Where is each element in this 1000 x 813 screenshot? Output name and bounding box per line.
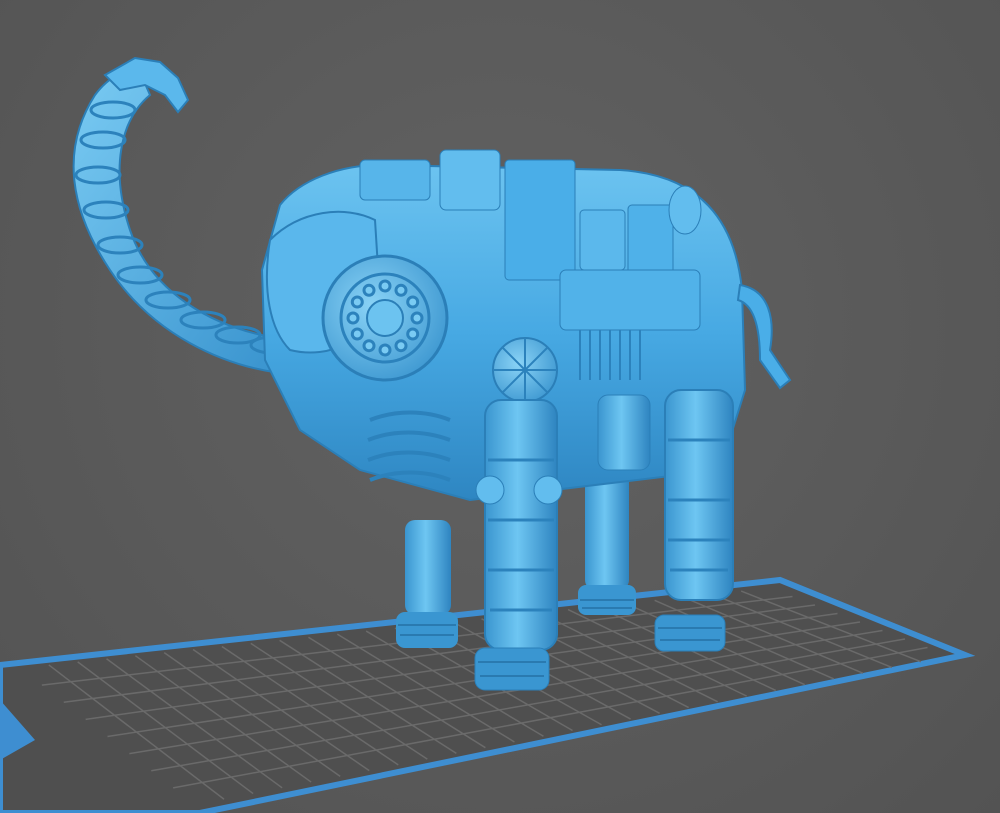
- gear-bolt: [362, 339, 376, 353]
- back-left-leg: [396, 520, 458, 648]
- gear-wheel: [321, 254, 449, 382]
- scene-canvas[interactable]: [0, 0, 1000, 813]
- gear-bolt: [378, 279, 392, 293]
- gear-bolt: [362, 283, 376, 297]
- gear-bolt: [378, 343, 392, 357]
- 3d-viewport[interactable]: [0, 0, 1000, 813]
- gear-bolt: [350, 295, 364, 309]
- gear-bolt: [394, 283, 408, 297]
- build-plate: [0, 576, 976, 813]
- gear-bolt: [346, 311, 360, 325]
- gear-bolt: [410, 311, 424, 325]
- gear-bolt: [394, 339, 408, 353]
- back-right-leg: [578, 470, 636, 615]
- mechanical-elephant-model[interactable]: [72, 56, 792, 691]
- gear-bolt: [406, 327, 420, 341]
- gear-bolt: [350, 327, 364, 341]
- gear-bolt: [406, 295, 420, 309]
